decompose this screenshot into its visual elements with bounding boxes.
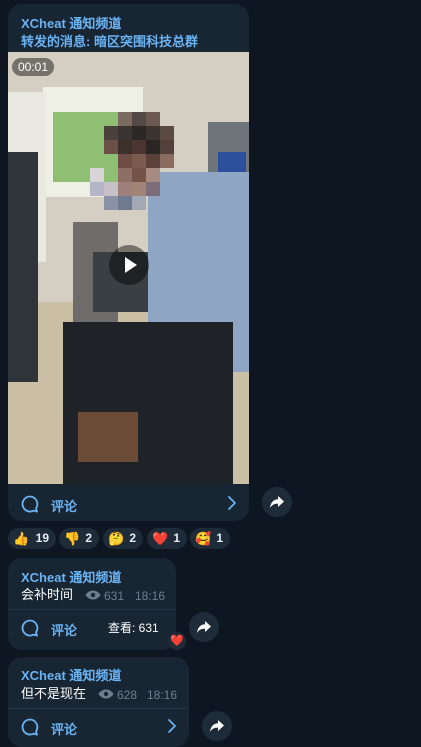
video-duration: 00:01 — [18, 60, 49, 74]
reaction-thumbs-down[interactable]: 👎 2 — [59, 528, 99, 549]
comment-icon — [21, 495, 39, 513]
share-icon — [270, 496, 284, 508]
reaction-smiling-hearts[interactable]: 🥰 1 — [190, 528, 230, 549]
channel-name[interactable]: XCheat 通知频道 — [21, 665, 121, 684]
reaction-thumbs-up[interactable]: 👍 19 — [8, 528, 56, 549]
thumbs-up-icon: 👍 — [13, 531, 30, 546]
comments-label: 评论 — [51, 623, 78, 638]
view-count: 628 — [117, 688, 138, 702]
divider — [8, 708, 189, 709]
reaction-count: 2 — [129, 531, 136, 545]
message-text: 但不是现在 — [21, 686, 87, 701]
message-reaction-heart[interactable]: ❤️ — [168, 632, 186, 650]
divider — [8, 609, 176, 610]
message-text: 会补时间 — [21, 587, 74, 602]
heart-icon: ❤️ — [152, 531, 169, 546]
chevron-right-icon — [228, 496, 236, 510]
message-bubble-text[interactable]: XCheat 通知频道 但不是现在 628 18:16 评论 — [8, 657, 189, 747]
forwarded-from[interactable]: 转发的消息: 暗区突围科技总群 — [21, 31, 198, 50]
comment-icon — [21, 619, 39, 637]
reaction-thinking[interactable]: 🤔 2 — [103, 528, 143, 549]
heart-icon: ❤️ — [170, 635, 184, 647]
video-duration-badge: 00:01 — [12, 58, 55, 76]
reaction-count: 1 — [216, 531, 223, 545]
smiling-face-with-hearts-icon: 🥰 — [195, 531, 212, 546]
comments-row[interactable]: 评论 — [8, 487, 249, 521]
message-time: 18:16 — [135, 589, 166, 603]
views-tooltip: 查看: 631 — [104, 618, 163, 637]
message-time: 18:16 — [147, 688, 178, 702]
reaction-count: 2 — [85, 531, 92, 545]
comment-icon — [21, 718, 39, 736]
thumbs-down-icon: 👎 — [64, 531, 81, 546]
play-icon — [125, 257, 137, 273]
share-button[interactable] — [202, 711, 232, 741]
views-eye-icon — [98, 689, 114, 699]
comments-label: 评论 — [51, 499, 78, 514]
reaction-count: 19 — [35, 531, 49, 545]
play-button[interactable] — [109, 245, 149, 285]
comments-row[interactable]: 评论 — [8, 710, 189, 744]
message-bubble-video[interactable]: XCheat 通知频道 转发的消息: 暗区突围科技总群 00:01 评论 — [8, 4, 249, 521]
reaction-heart[interactable]: ❤️ 1 — [147, 528, 187, 549]
views-eye-icon — [85, 590, 101, 600]
thinking-face-icon: 🤔 — [108, 531, 125, 546]
share-button[interactable] — [189, 612, 219, 642]
share-icon — [197, 621, 211, 633]
share-icon — [210, 720, 224, 732]
comments-label: 评论 — [51, 722, 78, 737]
chevron-right-icon — [168, 719, 176, 733]
reaction-count: 1 — [173, 531, 180, 545]
video-thumbnail[interactable]: 00:01 — [8, 52, 249, 484]
channel-name[interactable]: XCheat 通知频道 — [21, 13, 121, 32]
share-button[interactable] — [262, 487, 292, 517]
view-count: 631 — [104, 589, 125, 603]
